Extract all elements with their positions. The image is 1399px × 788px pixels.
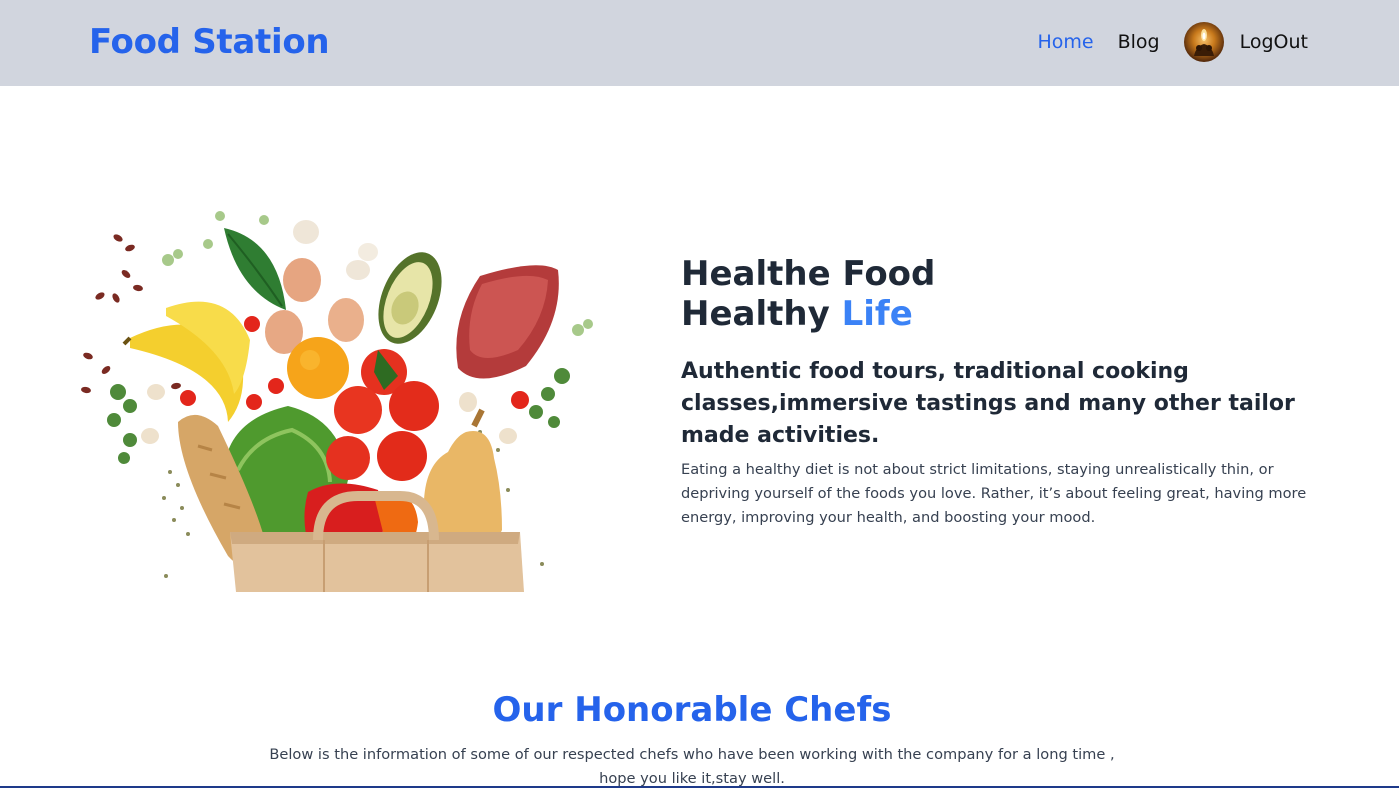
nav-blog-link[interactable]: Blog <box>1118 31 1160 53</box>
hero-title-line1: Healthe Food <box>681 254 936 294</box>
avatar[interactable] <box>1183 22 1224 62</box>
chefs-description-line2: hope you like it,stay well. <box>599 770 785 787</box>
nav-home-link[interactable]: Home <box>1038 31 1094 53</box>
hero-title: Healthe Food Healthy Life <box>681 254 1341 334</box>
hero-section: Healthe Food Healthy Life Authentic food… <box>681 254 1341 530</box>
hero-title-line2: Healthy <box>681 294 842 334</box>
chefs-description: Below is the information of some of our … <box>240 743 1144 788</box>
brand-logo[interactable]: Food Station <box>89 22 330 62</box>
user-avatar-icon <box>1193 29 1214 56</box>
navbar: Food Station Home Blog LogOut <box>0 0 1399 86</box>
grocery-bag-illustration <box>78 200 598 592</box>
hero-title-accent: Life <box>841 294 913 334</box>
nav-links: Home Blog LogOut <box>1038 20 1308 64</box>
chefs-section-title: Our Honorable Chefs <box>492 690 892 730</box>
hero-body-text: Eating a healthy diet is not about stric… <box>681 461 1307 526</box>
logout-link[interactable]: LogOut <box>1240 31 1308 53</box>
hero-subtitle: Authentic food tours, traditional cookin… <box>681 359 1295 448</box>
chefs-description-line1: Below is the information of some of our … <box>269 746 1115 763</box>
